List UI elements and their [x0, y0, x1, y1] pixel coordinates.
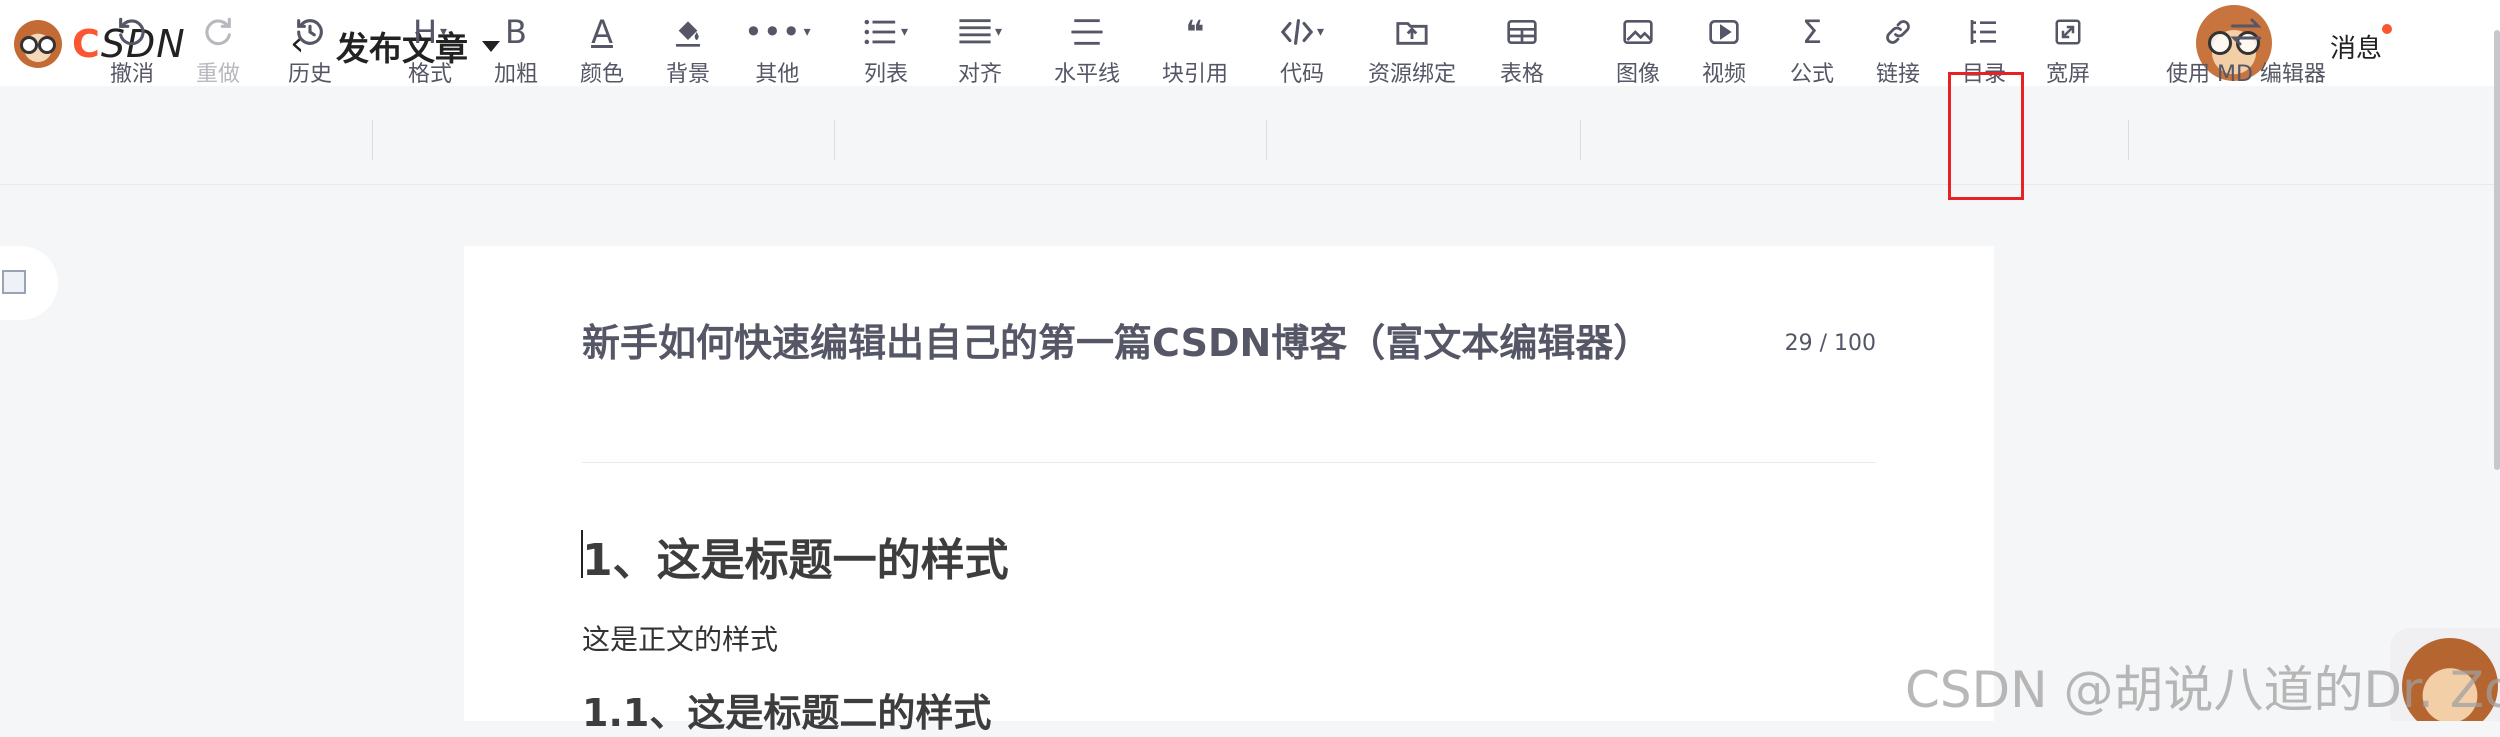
- text-color-glyph: A: [591, 13, 613, 51]
- format-button[interactable]: H ▾ 格式: [408, 12, 452, 88]
- video-label: 视频: [1702, 62, 1747, 87]
- more-icon: ••• ▾: [744, 13, 811, 51]
- image-label: 图像: [1616, 62, 1661, 87]
- csdn-logo[interactable]: CSDN: [14, 20, 186, 68]
- formula-button[interactable]: Σ 公式: [1790, 12, 1834, 88]
- toolbar-divider: [2128, 120, 2129, 160]
- video-button[interactable]: 视频: [1702, 12, 1746, 88]
- messages-link[interactable]: 消息: [2330, 24, 2393, 65]
- bold-icon: B: [505, 12, 527, 52]
- format-label: 格式: [408, 62, 453, 87]
- heading-one[interactable]: 1、这是标题一的样式: [582, 524, 1009, 588]
- formula-glyph: Σ: [1801, 13, 1823, 51]
- undo-icon: [115, 12, 149, 52]
- messages-label: 消息: [2330, 34, 2383, 64]
- bold-label: 加粗: [494, 62, 539, 87]
- undo-label: 撤消: [110, 62, 155, 87]
- list-button[interactable]: ▾ 列表: [864, 12, 908, 88]
- blockquote-label: 块引用: [1162, 62, 1229, 87]
- text-color-label: 颜色: [580, 62, 625, 87]
- horizontal-line-label: 水平线: [1054, 62, 1121, 87]
- paint-bucket-icon: [672, 12, 704, 52]
- table-icon: [1506, 12, 1538, 52]
- background-button[interactable]: 背景: [666, 12, 710, 88]
- heading-icon: H ▾: [412, 13, 448, 51]
- formula-label: 公式: [1790, 62, 1835, 87]
- horizontal-line-button[interactable]: 水平线: [1054, 12, 1120, 88]
- article-title-input[interactable]: 新手如何快速编辑出自己的第一篇CSDN博客（富文本编辑器）: [582, 312, 1651, 367]
- bold-button[interactable]: B 加粗: [494, 12, 538, 88]
- align-label: 对齐: [958, 62, 1003, 87]
- table-button[interactable]: 表格: [1500, 12, 1544, 88]
- code-icon: ▾: [1280, 12, 1324, 52]
- text-color-button[interactable]: A 颜色: [580, 12, 624, 88]
- list-icon: ▾: [864, 12, 908, 52]
- align-icon: ▾: [958, 12, 1002, 52]
- formula-icon: Σ: [1802, 12, 1822, 52]
- resource-bind-button[interactable]: 资源绑定: [1368, 12, 1456, 88]
- title-char-count: 29 / 100: [1784, 331, 1876, 356]
- heading-two[interactable]: 1.1、这是标题二的样式: [582, 682, 991, 737]
- switch-md-editor-button[interactable]: 使用 MD 编辑器: [2166, 12, 2326, 88]
- link-icon: [1882, 12, 1914, 52]
- toolbar-divider: [1580, 120, 1581, 160]
- resource-bind-label: 资源绑定: [1368, 62, 1457, 87]
- background-label: 背景: [666, 62, 711, 87]
- notification-dot: [2382, 24, 2393, 34]
- text-color-icon: A: [591, 12, 613, 52]
- undo-button[interactable]: 撤消: [110, 12, 154, 88]
- widescreen-label: 宽屏: [2046, 62, 2091, 87]
- table-label: 表格: [1500, 62, 1545, 87]
- align-button[interactable]: ▾ 对齐: [958, 12, 1002, 88]
- editor-toolbar: [0, 88, 2500, 185]
- redo-button[interactable]: 重做: [196, 12, 240, 88]
- history-label: 历史: [288, 62, 333, 87]
- history-icon: [293, 12, 327, 52]
- image-icon: [1622, 12, 1654, 52]
- link-label: 链接: [1876, 62, 1921, 87]
- code-button[interactable]: ▾ 代码: [1280, 12, 1324, 88]
- monkey-logo-icon: [14, 20, 62, 68]
- link-button[interactable]: 链接: [1876, 12, 1920, 88]
- bold-glyph: B: [505, 13, 527, 51]
- video-icon: [1708, 12, 1740, 52]
- switch-md-editor-label: 使用 MD 编辑器: [2166, 62, 2326, 87]
- toolbar-divider: [1266, 120, 1267, 160]
- list-label: 列表: [864, 62, 909, 87]
- title-divider: [582, 462, 1876, 463]
- logo-letter-c: C: [72, 22, 101, 66]
- widescreen-icon: [2052, 12, 2084, 52]
- redo-label: 重做: [196, 62, 241, 87]
- quote-icon: ❝: [1185, 13, 1205, 51]
- top-bar: CSDN ‹ 发布文章 消息: [0, 0, 2500, 86]
- more-button[interactable]: ••• ▾ 其他: [744, 12, 811, 88]
- watermark: CSDN @胡说八道的Dr. Zou: [1905, 661, 2500, 719]
- widescreen-button[interactable]: 宽屏: [2046, 12, 2090, 88]
- switch-editor-icon: [2228, 12, 2264, 52]
- history-button[interactable]: 历史: [288, 12, 332, 88]
- resource-upload-icon: [1395, 12, 1429, 52]
- broken-image-icon: [2, 270, 26, 294]
- toolbar-divider: [834, 120, 835, 160]
- body-paragraph[interactable]: 这是正文的样式: [582, 618, 778, 658]
- image-button[interactable]: 图像: [1616, 12, 1660, 88]
- redo-icon: [201, 12, 235, 52]
- blockquote-button[interactable]: ❝ 块引用: [1162, 12, 1228, 88]
- toc-icon: [1968, 12, 2000, 52]
- toc-highlight-box: [1948, 72, 2024, 200]
- editor-canvas[interactable]: 新手如何快速编辑出自己的第一篇CSDN博客（富文本编辑器） 29 / 100 1…: [464, 246, 1994, 735]
- toolbar-divider: [372, 120, 373, 160]
- horizontal-line-icon: [1070, 12, 1104, 52]
- side-float-tab[interactable]: [0, 246, 58, 320]
- code-label: 代码: [1280, 62, 1325, 87]
- page-scrollbar[interactable]: [2494, 30, 2500, 470]
- more-label: 其他: [755, 62, 800, 87]
- heading-glyph: H: [412, 13, 438, 51]
